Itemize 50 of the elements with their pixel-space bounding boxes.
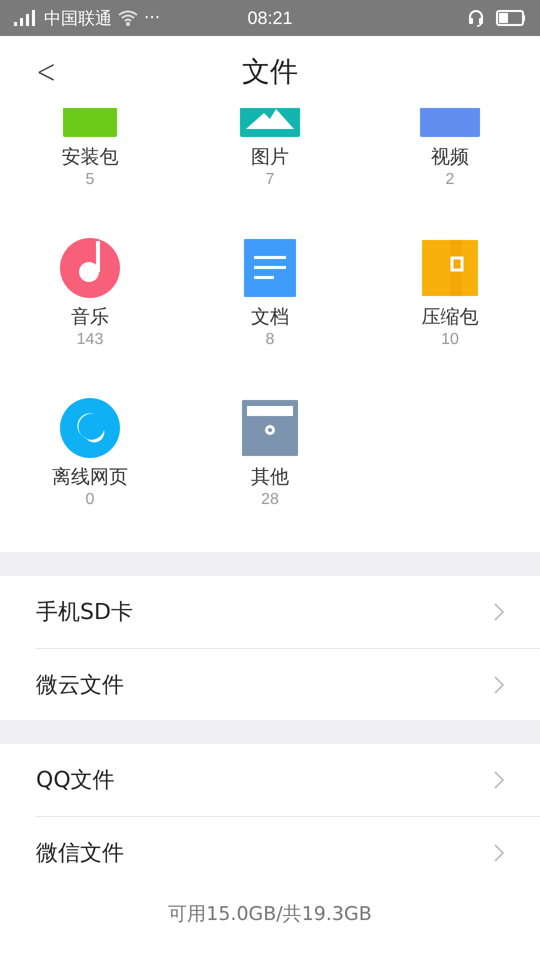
category-label: 图片 <box>251 145 289 170</box>
box-icon <box>242 398 298 458</box>
category-count: 7 <box>266 170 274 190</box>
category-label: 安装包 <box>62 145 118 170</box>
headset-icon <box>468 9 484 27</box>
chevron-icon <box>494 676 504 694</box>
category-label: 文档 <box>251 305 289 330</box>
chevron-icon <box>494 603 504 621</box>
wifi-icon <box>118 10 138 26</box>
category-item[interactable]: 其他 28 <box>180 390 360 550</box>
chevron-icon <box>494 844 504 862</box>
item-label: QQ文件 <box>36 767 115 795</box>
storage-info: 可用15.0GB/共19.3GB <box>168 902 372 927</box>
category-label: 音乐 <box>71 305 109 330</box>
clock: 08:21 <box>247 8 293 28</box>
more-indicator: ··· <box>144 8 160 28</box>
category-item[interactable]: 图片 7 <box>180 108 360 230</box>
document-icon <box>244 238 296 298</box>
category-label: 压缩包 <box>422 305 478 330</box>
music-icon <box>60 238 120 298</box>
category-label: 其他 <box>251 465 289 490</box>
category-item[interactable]: 视频 2 <box>360 108 540 230</box>
category-count: 28 <box>261 490 279 510</box>
back-button[interactable]: < <box>30 52 62 92</box>
category-label: 离线网页 <box>52 465 128 490</box>
category-item[interactable]: 音乐 143 <box>0 230 180 390</box>
chevron-icon <box>494 771 504 789</box>
list-item[interactable]: 微信文件 <box>36 816 540 888</box>
category-label: 视频 <box>431 145 469 170</box>
item-label: 微信文件 <box>36 840 124 868</box>
item-label: 微云文件 <box>36 672 124 700</box>
category-item[interactable]: 压缩包 10 <box>360 230 540 390</box>
category-count: 10 <box>441 330 459 350</box>
swirl-icon <box>60 398 120 458</box>
category-count: 8 <box>266 330 274 350</box>
archive-icon <box>422 238 478 298</box>
category-item[interactable]: 离线网页 0 <box>0 390 180 550</box>
list-item[interactable]: 手机SD卡 <box>36 576 540 648</box>
signal-icon <box>14 10 38 26</box>
category-item[interactable]: 文档 8 <box>180 230 360 390</box>
item-label: 手机SD卡 <box>36 599 133 627</box>
category-count: 0 <box>86 490 94 510</box>
category-item[interactable]: 安装包 5 <box>0 108 180 230</box>
page-title: 文件 <box>242 54 298 90</box>
list-item[interactable]: QQ文件 <box>36 744 540 816</box>
carrier-name: 中国联通 <box>44 8 112 30</box>
battery-icon <box>496 10 526 26</box>
category-count: 5 <box>86 170 94 190</box>
category-count: 2 <box>446 170 454 190</box>
category-count: 143 <box>76 330 104 350</box>
